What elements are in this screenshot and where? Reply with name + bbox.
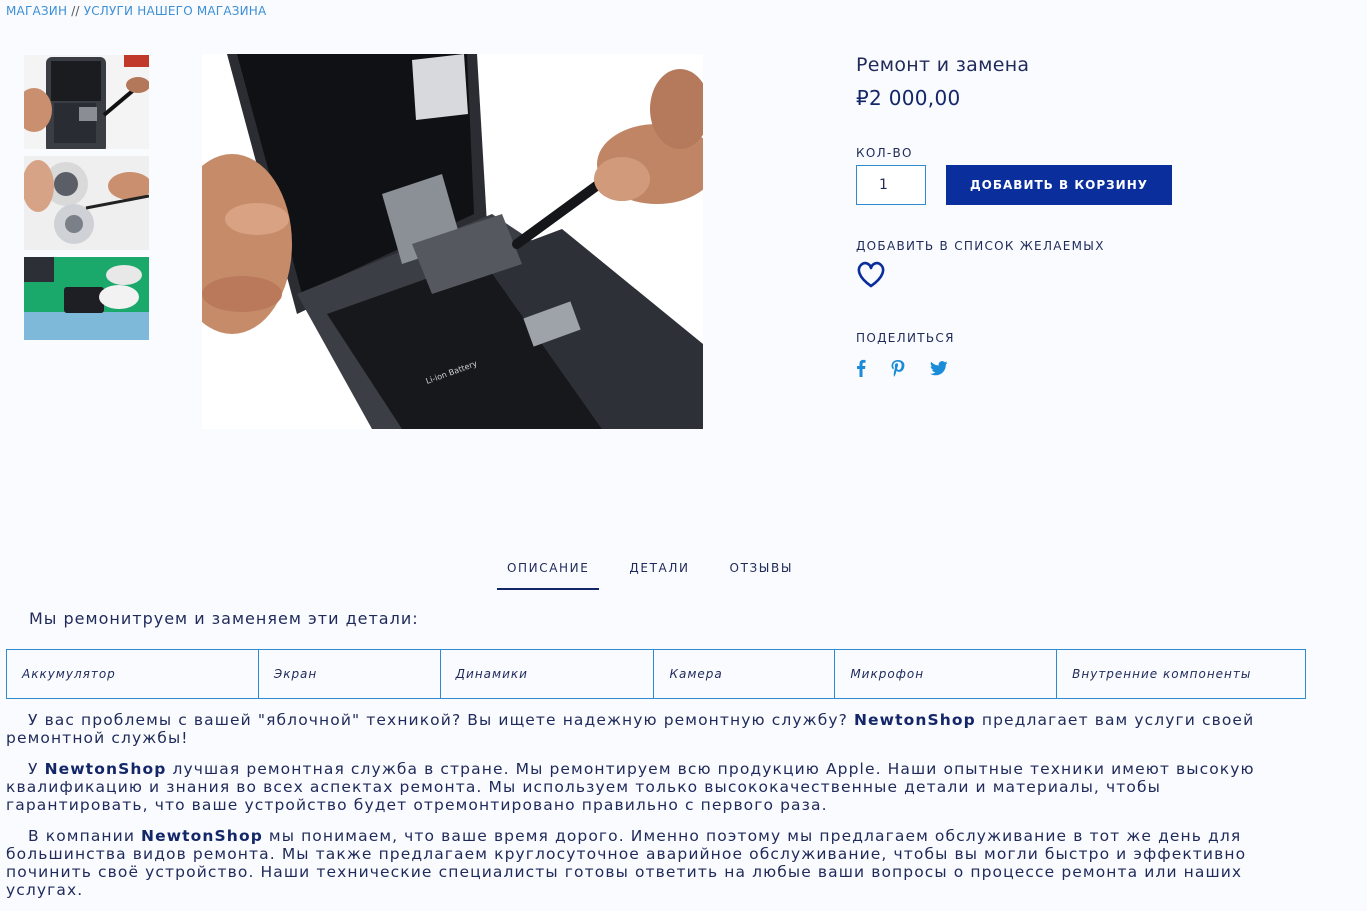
breadcrumb: МАГАЗИН // УСЛУГИ НАШЕГО МАГАЗИНА xyxy=(6,4,266,18)
thumbnail-3[interactable] xyxy=(24,257,149,340)
table-cell: Динамики xyxy=(439,649,655,699)
description-paragraph-1: У вас проблемы с вашей "яблочной" техник… xyxy=(6,711,1306,747)
table-row: Аккумулятор Экран Динамики Камера Микроф… xyxy=(6,649,1306,699)
wishlist-label: ДОБАВИТЬ В СПИСОК ЖЕЛАЕМЫХ xyxy=(856,239,1105,253)
paragraph-text: лучшая ремонтная служба в стране. Мы рем… xyxy=(6,760,1255,814)
tab-description[interactable]: ОПИСАНИЕ xyxy=(497,550,600,590)
product-title: Ремонт и замена xyxy=(856,54,1030,76)
breadcrumb-separator: // xyxy=(71,4,80,18)
description-paragraph-2: У NewtonShop лучшая ремонтная служба в с… xyxy=(6,760,1306,814)
brand-name: NewtonShop xyxy=(853,711,976,729)
description-paragraph-3: В компании NewtonShop мы понимаем, что в… xyxy=(6,827,1306,899)
product-tabs: ОПИСАНИЕ ДЕТАЛИ ОТЗЫВЫ xyxy=(497,550,823,590)
quantity-input[interactable] xyxy=(856,165,926,205)
table-cell: Аккумулятор xyxy=(6,649,259,699)
breadcrumb-services-link[interactable]: УСЛУГИ НАШЕГО МАГАЗИНА xyxy=(84,4,267,18)
paragraph-text: У xyxy=(28,760,45,778)
quantity-row: ДОБАВИТЬ В КОРЗИНУ xyxy=(856,165,1336,205)
brand-name: NewtonShop xyxy=(44,760,167,778)
description-intro: Мы ремонитруем и заменяем эти детали: xyxy=(29,609,419,628)
paragraph-text: В компании xyxy=(28,827,142,845)
tab-details[interactable]: ДЕТАЛИ xyxy=(619,550,699,590)
quantity-label: КОЛ-ВО xyxy=(856,146,913,160)
add-to-cart-button[interactable]: ДОБАВИТЬ В КОРЗИНУ xyxy=(946,165,1172,205)
share-label: ПОДЕЛИТЬСЯ xyxy=(856,331,955,345)
paragraph-text: У вас проблемы с вашей "яблочной" техник… xyxy=(28,711,854,729)
thumbnail-1[interactable] xyxy=(24,55,149,149)
product-info: Ремонт и замена ₽2 000,00 КОЛ-ВО ДОБАВИТ… xyxy=(856,54,1336,381)
facebook-icon[interactable] xyxy=(856,359,866,381)
table-cell: Микрофон xyxy=(834,649,1058,699)
pinterest-icon[interactable] xyxy=(890,359,906,381)
thumbnail-2[interactable] xyxy=(24,156,149,250)
parts-table: Аккумулятор Экран Динамики Камера Микроф… xyxy=(6,649,1306,699)
tab-reviews[interactable]: ОТЗЫВЫ xyxy=(720,550,803,590)
breadcrumb-shop-link[interactable]: МАГАЗИН xyxy=(6,4,67,18)
twitter-icon[interactable] xyxy=(930,360,948,380)
table-cell: Камера xyxy=(653,649,836,699)
share-buttons xyxy=(856,359,1336,381)
heart-icon[interactable] xyxy=(856,261,886,289)
product-price: ₽2 000,00 xyxy=(856,86,961,110)
table-cell: Экран xyxy=(257,649,441,699)
table-cell: Внутренние компоненты xyxy=(1056,649,1306,699)
brand-name: NewtonShop xyxy=(141,827,263,845)
product-main-image[interactable]: Li-ion Battery xyxy=(202,54,703,429)
description-body: У вас проблемы с вашей "яблочной" техник… xyxy=(6,711,1306,911)
thumbnail-gallery xyxy=(24,55,149,347)
